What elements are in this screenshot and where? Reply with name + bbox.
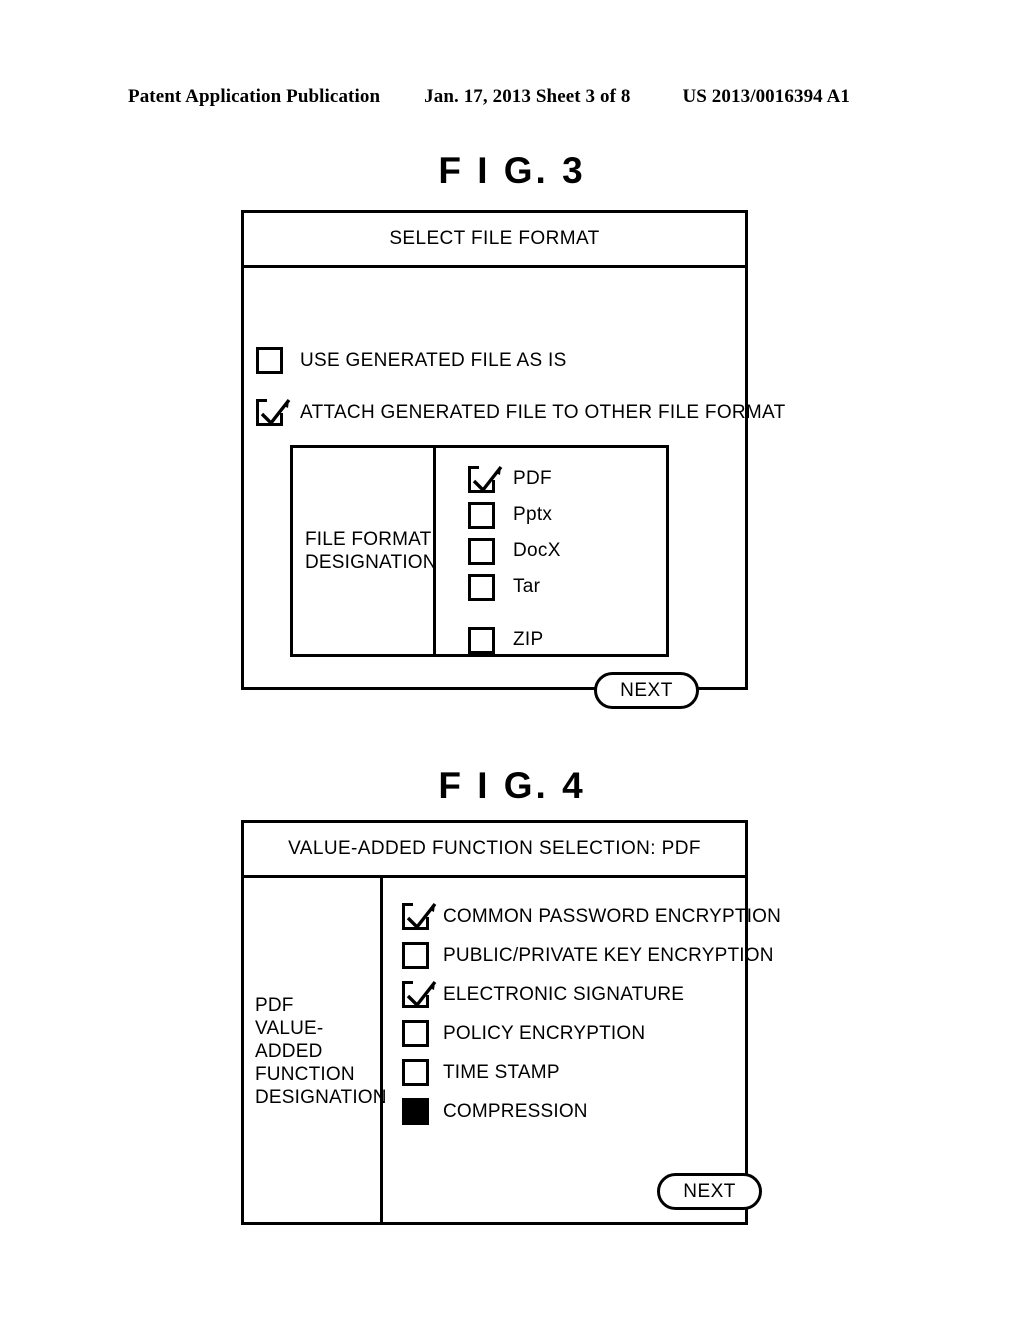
file-format-designation-panel: FILE FORMAT DESIGNATION PDF Pptx DocX Ta…	[290, 445, 669, 657]
format-option-label: Tar	[513, 576, 541, 597]
pdf-value-added-function-designation-label: PDF VALUE-ADDED FUNCTION DESIGNATION	[255, 994, 387, 1109]
check-mark-icon	[406, 980, 437, 1008]
date-sheet-label: Jan. 17, 2013 Sheet 3 of 8	[424, 86, 631, 107]
figure-3-title: F I G. 3	[438, 150, 586, 191]
check-mark-icon	[260, 398, 291, 426]
function-option-electronic-signature[interactable]: ELECTRONIC SIGNATURE	[402, 975, 781, 1014]
function-option-policy-encryption[interactable]: POLICY ENCRYPTION	[402, 1014, 781, 1053]
option-attach-generated-file[interactable]: ATTACH GENERATED FILE TO OTHER FILE FORM…	[256, 398, 786, 426]
label-line-1: PDF	[255, 995, 294, 1016]
function-option-label: TIME STAMP	[443, 1061, 560, 1083]
function-option-public-private-key-encryption[interactable]: PUBLIC/PRIVATE KEY ENCRYPTION	[402, 936, 781, 975]
format-option-label: ZIP	[513, 629, 544, 650]
check-mark-icon	[472, 465, 503, 493]
label-line-1: FILE FORMAT	[305, 529, 432, 550]
checkbox-pptx[interactable]	[468, 501, 495, 529]
checkbox-common-password-encryption[interactable]	[402, 902, 437, 930]
file-format-designation-label-cell: FILE FORMAT DESIGNATION	[293, 448, 437, 654]
function-option-label: ELECTRONIC SIGNATURE	[443, 983, 685, 1005]
option-use-generated-file-as-is[interactable]: USE GENERATED FILE AS IS	[256, 347, 567, 374]
check-mark-icon	[406, 902, 437, 930]
page-header: Patent Application Publication Jan. 17, …	[128, 86, 896, 108]
function-option-time-stamp[interactable]: TIME STAMP	[402, 1053, 781, 1092]
checkbox-use-generated-file-as-is[interactable]	[256, 347, 283, 374]
checkbox-docx[interactable]	[468, 537, 495, 565]
option-label: ATTACH GENERATED FILE TO OTHER FILE FORM…	[300, 401, 786, 423]
pdf-value-added-function-designation-label-cell: PDF VALUE-ADDED FUNCTION DESIGNATION	[244, 878, 387, 1225]
function-option-label: POLICY ENCRYPTION	[443, 1022, 646, 1044]
file-format-options-list: PDF Pptx DocX Tar ZIP	[436, 448, 666, 654]
checkbox-time-stamp[interactable]	[402, 1059, 429, 1086]
format-option-pptx[interactable]: Pptx	[468, 497, 666, 533]
function-option-label: COMMON PASSWORD ENCRYPTION	[443, 905, 782, 927]
checkbox-tar[interactable]	[468, 573, 495, 601]
checkbox-zip[interactable]	[468, 626, 495, 654]
checkbox-public-private-key-encryption[interactable]	[402, 942, 429, 969]
format-option-label: Pptx	[513, 504, 553, 525]
dialog-title-select-file-format: SELECT FILE FORMAT	[244, 213, 745, 268]
checkbox-compression[interactable]	[402, 1098, 429, 1125]
label-line-2: VALUE-ADDED	[255, 1018, 324, 1062]
value-added-function-options-list: COMMON PASSWORD ENCRYPTION PUBLIC/PRIVAT…	[383, 878, 781, 1225]
checkbox-pdf[interactable]	[468, 465, 503, 493]
figure-4-title: F I G. 4	[438, 765, 586, 806]
next-button[interactable]: NEXT	[657, 1173, 763, 1210]
checkbox-electronic-signature[interactable]	[402, 980, 437, 1008]
function-option-compression[interactable]: COMPRESSION	[402, 1092, 781, 1131]
value-added-function-selection-dialog: VALUE-ADDED FUNCTION SELECTION: PDF PDF …	[241, 820, 781, 1225]
patent-number-label: US 2013/0016394 A1	[682, 86, 851, 107]
function-option-label: PUBLIC/PRIVATE KEY ENCRYPTION	[443, 944, 774, 966]
format-option-pdf[interactable]: PDF	[468, 461, 666, 497]
option-label: USE GENERATED FILE AS IS	[300, 349, 567, 371]
format-option-zip[interactable]: ZIP	[468, 622, 666, 658]
checkbox-attach-generated-file[interactable]	[256, 398, 291, 426]
select-file-format-dialog: SELECT FILE FORMAT USE GENERATED FILE AS…	[241, 210, 785, 709]
format-option-docx[interactable]: DocX	[468, 533, 666, 569]
dialog-title-value-added-function-selection: VALUE-ADDED FUNCTION SELECTION: PDF	[244, 823, 745, 878]
format-option-tar[interactable]: Tar	[468, 569, 666, 605]
file-format-designation-label: FILE FORMAT DESIGNATION	[305, 528, 437, 574]
format-option-label: PDF	[513, 468, 552, 489]
label-line-3: FUNCTION	[255, 1064, 355, 1085]
format-option-label: DocX	[513, 540, 561, 561]
value-added-function-body: PDF VALUE-ADDED FUNCTION DESIGNATION COM…	[244, 878, 781, 1225]
publication-label: Patent Application Publication	[128, 86, 381, 107]
function-option-label: COMPRESSION	[443, 1100, 588, 1122]
label-line-4: DESIGNATION	[255, 1087, 387, 1108]
select-file-format-body: USE GENERATED FILE AS IS ATTACH GENERATE…	[244, 268, 785, 709]
function-option-common-password-encryption[interactable]: COMMON PASSWORD ENCRYPTION	[402, 897, 781, 936]
label-line-2: DESIGNATION	[305, 552, 437, 573]
next-button[interactable]: NEXT	[594, 672, 699, 709]
checkbox-policy-encryption[interactable]	[402, 1020, 429, 1047]
